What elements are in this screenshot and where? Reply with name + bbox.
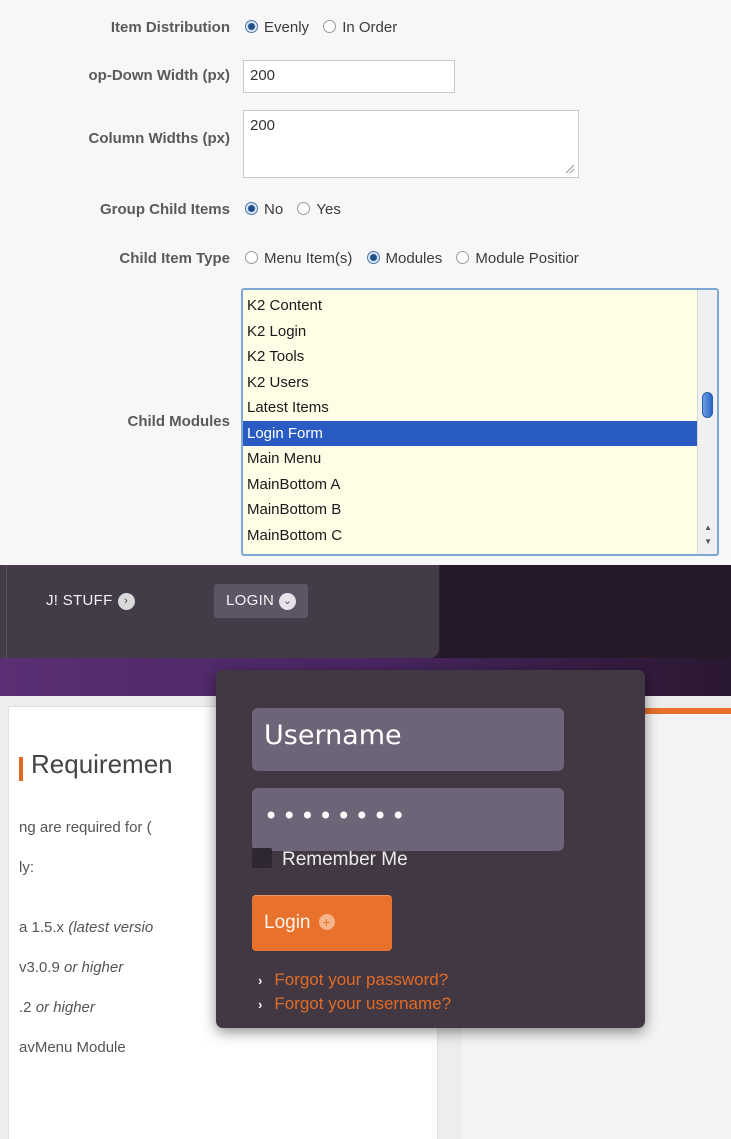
- content-line: ng are required for (: [19, 819, 152, 836]
- main-navbar: J! STUFF › LOGIN ⌄: [0, 565, 440, 658]
- child-item-type-label: Child Item Type: [119, 250, 230, 267]
- child-modules-listbox[interactable]: K2 Content K2 Login K2 Tools K2 Users La…: [241, 288, 719, 556]
- login-button[interactable]: Login +: [252, 895, 392, 951]
- username-input[interactable]: Username: [252, 708, 564, 771]
- module-settings-form: Item Distribution Evenly In Order op-Dow…: [0, 0, 731, 565]
- column-widths-textarea[interactable]: 200: [243, 110, 579, 178]
- chevron-right-icon: ›: [258, 973, 263, 988]
- radio-selected-icon[interactable]: [245, 202, 258, 215]
- remember-me-checkbox[interactable]: [252, 848, 272, 868]
- radio-modules[interactable]: Modules: [366, 250, 442, 267]
- group-child-items-options: No Yes: [245, 201, 351, 218]
- list-item-selected[interactable]: Login Form: [243, 420, 717, 446]
- radio-unselected-icon[interactable]: [245, 251, 258, 264]
- dropdown-width-input[interactable]: 200: [243, 60, 455, 93]
- resize-grip-icon[interactable]: [566, 165, 574, 173]
- scroll-up-arrow-icon[interactable]: ▲: [704, 523, 712, 532]
- column-widths-value: 200: [250, 117, 276, 134]
- forgot-username-link[interactable]: › Forgot your username?: [258, 994, 451, 1014]
- child-item-type-options: Menu Item(s) Modules Module Positior: [245, 250, 589, 267]
- radio-yes[interactable]: Yes: [297, 201, 341, 218]
- site-frontend: J! STUFF › LOGIN ⌄ Requiremen ng are requi…: [0, 565, 731, 1139]
- column-widths-label: Column Widths (px): [88, 130, 230, 147]
- list-item[interactable]: Latest Items: [243, 395, 717, 421]
- dropdown-width-label: op-Down Width (px): [88, 67, 231, 84]
- chevron-right-circle-icon: ›: [117, 593, 135, 610]
- radio-selected-icon[interactable]: [245, 20, 258, 33]
- radio-unselected-icon[interactable]: [323, 20, 337, 33]
- nav-item-j-stuff[interactable]: J! STUFF ›: [34, 584, 147, 618]
- radio-unselected-icon[interactable]: [456, 251, 470, 264]
- nav-item-login[interactable]: LOGIN ⌄: [214, 584, 309, 618]
- content-line: .2 or higher: [19, 999, 95, 1016]
- list-item[interactable]: K2 Content: [243, 293, 717, 319]
- list-item[interactable]: K2 Users: [243, 370, 717, 396]
- list-item[interactable]: MainBottom B: [243, 497, 717, 523]
- content-line: ly:: [19, 859, 34, 876]
- content-line: v3.0.9 or higher: [19, 959, 124, 976]
- listbox-scrollbar[interactable]: ▲ ▼: [697, 290, 717, 554]
- radio-module-position[interactable]: Module Positior: [456, 250, 579, 267]
- list-item[interactable]: K2 Tools: [243, 344, 717, 370]
- radio-no[interactable]: No: [245, 201, 283, 218]
- content-line: a 1.5.x (latest versio: [19, 919, 154, 936]
- title-accent-bar: [19, 757, 23, 781]
- radio-evenly[interactable]: Evenly: [245, 19, 309, 36]
- password-input[interactable]: ••••••••: [252, 788, 564, 851]
- content-line: avMenu Module: [19, 1039, 126, 1056]
- forgot-password-link[interactable]: › Forgot your password?: [258, 970, 448, 990]
- radio-in-order[interactable]: In Order: [323, 19, 397, 36]
- list-item[interactable]: MainBottom A: [243, 472, 717, 498]
- chevron-right-icon: ›: [258, 997, 263, 1012]
- list-item[interactable]: MainBottom C: [243, 523, 717, 549]
- scrollbar-thumb[interactable]: [702, 392, 713, 418]
- nav-divider: [6, 565, 7, 658]
- login-dropdown-panel: Username •••••••• Remember Me Login + › Fo…: [216, 670, 645, 1028]
- chevron-down-circle-icon: ⌄: [279, 593, 297, 610]
- group-child-items-label: Group Child Items: [99, 201, 230, 218]
- radio-selected-icon[interactable]: [366, 251, 380, 264]
- list-item[interactable]: Main Menu: [243, 446, 717, 472]
- scroll-down-arrow-icon[interactable]: ▼: [704, 537, 712, 546]
- plus-circle-icon: +: [318, 914, 335, 930]
- child-modules-label: Child Modules: [127, 413, 231, 430]
- remember-me[interactable]: Remember Me: [252, 848, 408, 871]
- list-item[interactable]: K2 Login: [243, 319, 717, 345]
- item-distribution-label: Item Distribution: [110, 19, 230, 36]
- item-distribution-options: Evenly In Order: [245, 19, 407, 36]
- radio-unselected-icon[interactable]: [297, 202, 311, 215]
- article-title: Requiremen: [31, 749, 173, 779]
- radio-menu-items[interactable]: Menu Item(s): [245, 250, 352, 267]
